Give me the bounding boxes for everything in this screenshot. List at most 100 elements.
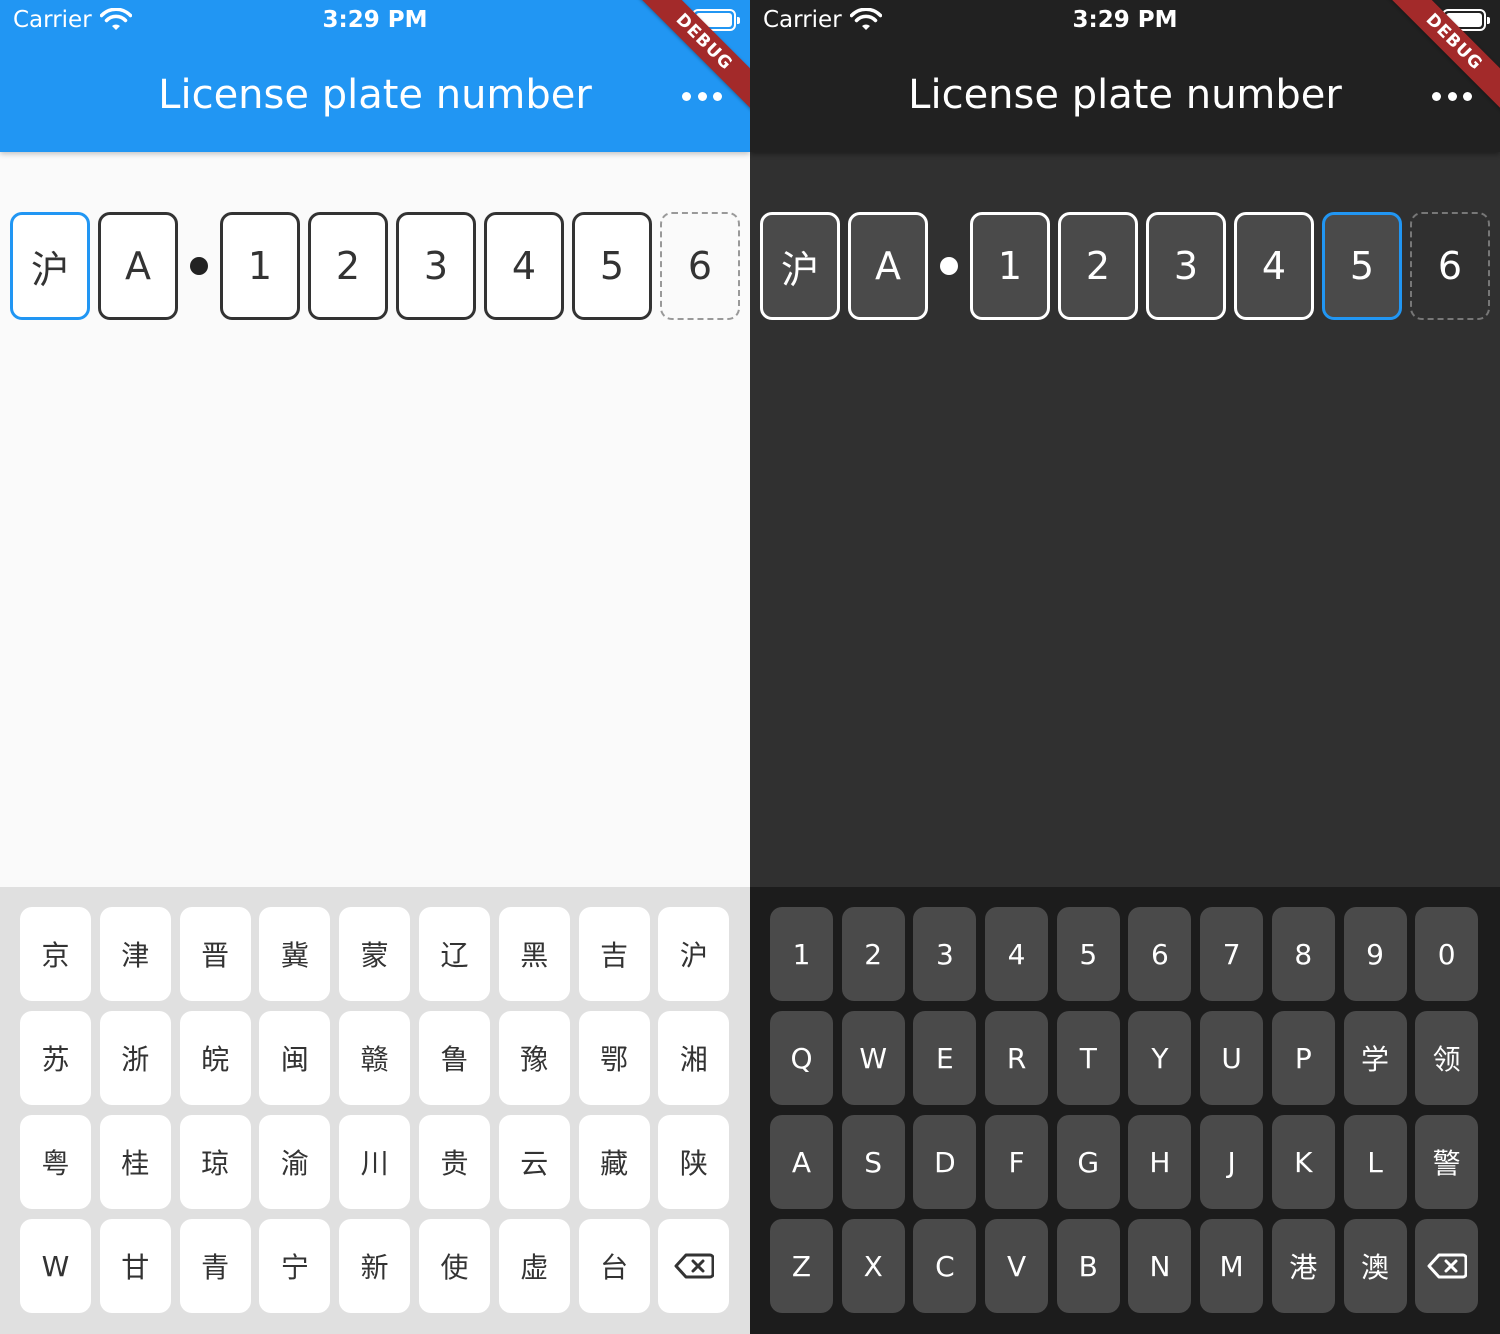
key-button[interactable]: J bbox=[1200, 1115, 1264, 1209]
plate-cell[interactable]: 5 bbox=[572, 212, 652, 320]
key-button[interactable]: 粤 bbox=[20, 1115, 91, 1209]
key-button[interactable]: 浙 bbox=[99, 1011, 171, 1105]
key-button[interactable]: 皖 bbox=[179, 1011, 251, 1105]
key-button[interactable]: 5 bbox=[1056, 907, 1120, 1001]
key-button[interactable]: Z bbox=[770, 1219, 833, 1313]
key-button[interactable]: L bbox=[1343, 1115, 1407, 1209]
key-button[interactable]: 领 bbox=[1415, 1011, 1479, 1105]
key-button[interactable]: 藏 bbox=[578, 1115, 650, 1209]
light-screen: Carrier 3:29 PM License plate number DEB… bbox=[0, 0, 750, 1334]
key-button[interactable]: 津 bbox=[99, 907, 171, 1001]
plate-cell[interactable]: 2 bbox=[308, 212, 388, 320]
plate-cell[interactable]: 4 bbox=[484, 212, 564, 320]
key-button[interactable]: 桂 bbox=[99, 1115, 171, 1209]
key-button[interactable]: Q bbox=[770, 1011, 833, 1105]
key-button[interactable]: 宁 bbox=[259, 1219, 331, 1313]
plate-cell[interactable]: A bbox=[848, 212, 928, 320]
plate-cell[interactable]: 5 bbox=[1322, 212, 1402, 320]
key-button[interactable]: W bbox=[841, 1011, 905, 1105]
key-button[interactable]: 陕 bbox=[658, 1115, 730, 1209]
plate-cell[interactable]: A bbox=[98, 212, 178, 320]
plate-cell[interactable]: 沪 bbox=[10, 212, 90, 320]
key-button[interactable]: K bbox=[1271, 1115, 1335, 1209]
key-button[interactable]: N bbox=[1128, 1219, 1192, 1313]
key-button[interactable]: A bbox=[770, 1115, 833, 1209]
plate-cell[interactable]: 3 bbox=[396, 212, 476, 320]
key-button[interactable]: W bbox=[20, 1219, 91, 1313]
key-button[interactable]: 豫 bbox=[498, 1011, 570, 1105]
key-button[interactable]: U bbox=[1200, 1011, 1264, 1105]
key-button[interactable]: 鲁 bbox=[418, 1011, 490, 1105]
key-button[interactable]: 1 bbox=[770, 907, 833, 1001]
key-button[interactable]: 云 bbox=[498, 1115, 570, 1209]
key-button[interactable]: 贵 bbox=[418, 1115, 490, 1209]
key-button[interactable]: 使 bbox=[418, 1219, 490, 1313]
key-button[interactable]: 9 bbox=[1343, 907, 1407, 1001]
key-button[interactable]: X bbox=[841, 1219, 905, 1313]
plate-separator-dot bbox=[940, 257, 958, 275]
plate-input[interactable]: 沪A123456 bbox=[760, 212, 1498, 320]
backspace-button[interactable] bbox=[1415, 1219, 1479, 1313]
key-button[interactable]: 8 bbox=[1271, 907, 1335, 1001]
key-button[interactable]: 苏 bbox=[20, 1011, 91, 1105]
key-button[interactable]: 沪 bbox=[658, 907, 730, 1001]
key-button[interactable]: 鄂 bbox=[578, 1011, 650, 1105]
plate-cell[interactable]: 1 bbox=[220, 212, 300, 320]
key-button[interactable]: 港 bbox=[1271, 1219, 1335, 1313]
plate-cell[interactable]: 沪 bbox=[760, 212, 840, 320]
key-button[interactable]: 黑 bbox=[498, 907, 570, 1001]
key-button[interactable]: 川 bbox=[339, 1115, 411, 1209]
key-button[interactable]: 澳 bbox=[1343, 1219, 1407, 1313]
plate-cell[interactable]: 6 bbox=[660, 212, 740, 320]
key-button[interactable]: 闽 bbox=[259, 1011, 331, 1105]
key-button[interactable]: 6 bbox=[1128, 907, 1192, 1001]
key-button[interactable]: 台 bbox=[578, 1219, 650, 1313]
key-button[interactable]: 0 bbox=[1415, 907, 1479, 1001]
key-button[interactable]: V bbox=[985, 1219, 1049, 1313]
plate-cell[interactable]: 1 bbox=[970, 212, 1050, 320]
backspace-button[interactable] bbox=[658, 1219, 730, 1313]
key-button[interactable]: S bbox=[841, 1115, 905, 1209]
more-horiz-icon[interactable] bbox=[1432, 78, 1472, 114]
plate-cell[interactable]: 4 bbox=[1234, 212, 1314, 320]
key-button[interactable]: G bbox=[1056, 1115, 1120, 1209]
key-button[interactable]: 渝 bbox=[259, 1115, 331, 1209]
key-button[interactable]: 甘 bbox=[99, 1219, 171, 1313]
key-button[interactable]: T bbox=[1056, 1011, 1120, 1105]
key-button[interactable]: P bbox=[1271, 1011, 1335, 1105]
key-button[interactable]: 3 bbox=[913, 907, 977, 1001]
key-button[interactable]: B bbox=[1056, 1219, 1120, 1313]
key-button[interactable]: 2 bbox=[841, 907, 905, 1001]
key-button[interactable]: Y bbox=[1128, 1011, 1192, 1105]
key-button[interactable]: D bbox=[913, 1115, 977, 1209]
plate-cell[interactable]: 3 bbox=[1146, 212, 1226, 320]
key-button[interactable]: R bbox=[985, 1011, 1049, 1105]
key-button[interactable]: E bbox=[913, 1011, 977, 1105]
key-button[interactable]: M bbox=[1200, 1219, 1264, 1313]
key-button[interactable]: 4 bbox=[985, 907, 1049, 1001]
plate-cell[interactable]: 2 bbox=[1058, 212, 1138, 320]
plate-input[interactable]: 沪A123456 bbox=[10, 212, 748, 320]
key-button[interactable]: 辽 bbox=[418, 907, 490, 1001]
key-button[interactable]: 学 bbox=[1343, 1011, 1407, 1105]
key-button[interactable]: 警 bbox=[1415, 1115, 1479, 1209]
key-button[interactable]: 7 bbox=[1200, 907, 1264, 1001]
key-button[interactable]: 新 bbox=[339, 1219, 411, 1313]
key-button[interactable]: 虚 bbox=[498, 1219, 570, 1313]
keyboard-row: ASDFGHJKL警 bbox=[750, 1115, 1500, 1209]
key-button[interactable]: 青 bbox=[179, 1219, 251, 1313]
key-button[interactable]: F bbox=[985, 1115, 1049, 1209]
key-button[interactable]: 京 bbox=[20, 907, 91, 1001]
key-button[interactable]: 琼 bbox=[179, 1115, 251, 1209]
key-button[interactable]: 吉 bbox=[578, 907, 650, 1001]
key-button[interactable]: 冀 bbox=[259, 907, 331, 1001]
key-button[interactable]: C bbox=[913, 1219, 977, 1313]
keyboard-row: 京津晋冀蒙辽黑吉沪 bbox=[0, 907, 750, 1001]
key-button[interactable]: 蒙 bbox=[339, 907, 411, 1001]
key-button[interactable]: H bbox=[1128, 1115, 1192, 1209]
plate-cell[interactable]: 6 bbox=[1410, 212, 1490, 320]
more-horiz-icon[interactable] bbox=[682, 78, 722, 114]
key-button[interactable]: 湘 bbox=[658, 1011, 730, 1105]
key-button[interactable]: 晋 bbox=[179, 907, 251, 1001]
key-button[interactable]: 赣 bbox=[339, 1011, 411, 1105]
